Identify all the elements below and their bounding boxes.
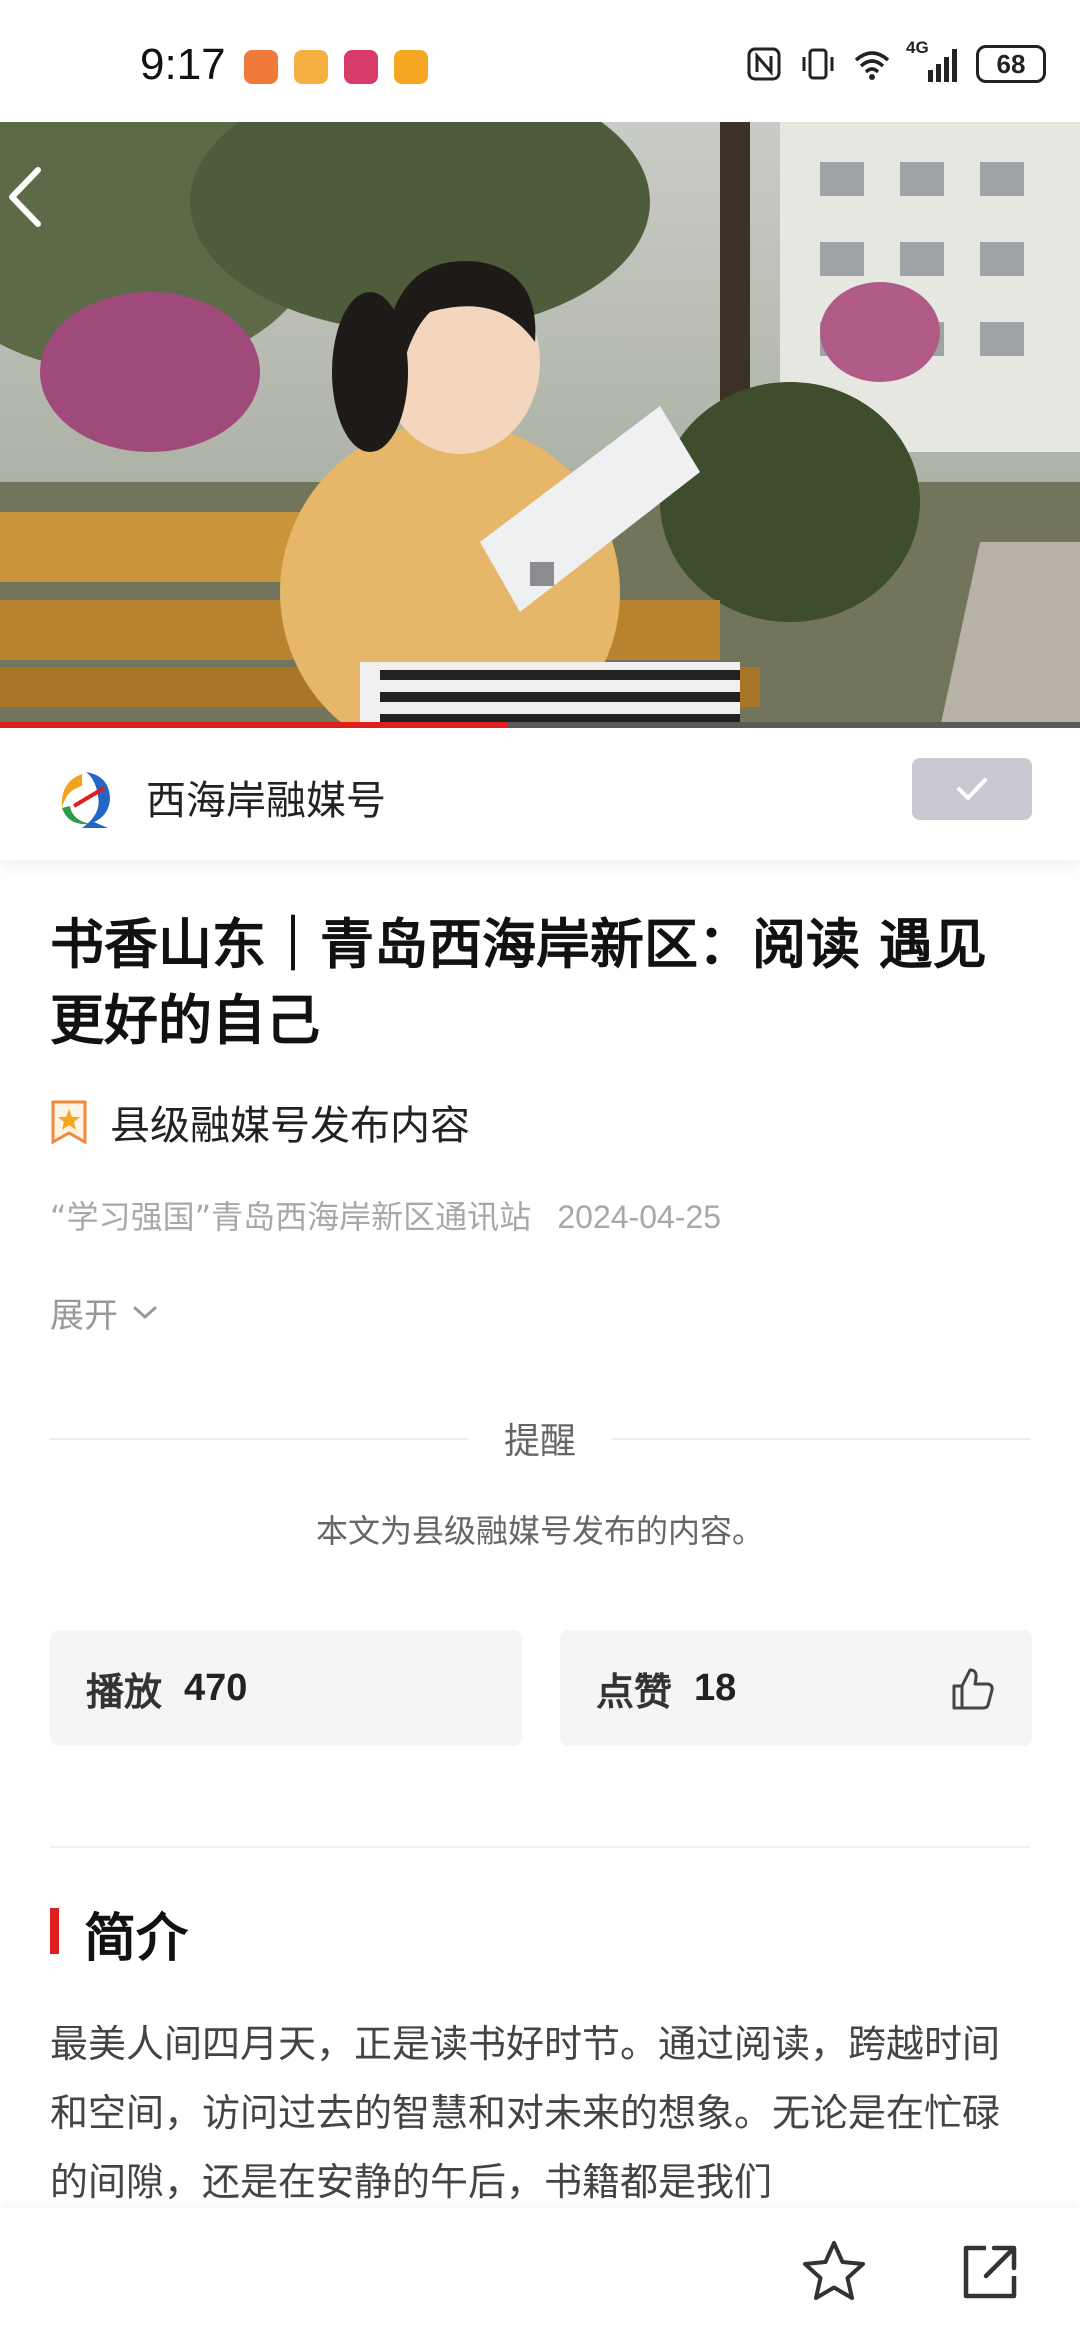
thumbs-up-icon: [952, 1668, 994, 1710]
cellular-signal-icon: 4G: [906, 38, 962, 84]
publisher-badge-text: 县级融媒号发布内容: [110, 1103, 470, 1149]
star-icon[interactable]: [800, 2238, 868, 2306]
app-notification-icon: [294, 50, 328, 84]
publisher-badge: 县级融媒号发布内容: [50, 1092, 470, 1152]
likes-value: 18: [694, 1666, 737, 1709]
vibrate-icon: [802, 48, 834, 80]
plays-stat: 播放 470: [50, 1630, 522, 1746]
channel-bar: 西海岸融媒号: [0, 728, 1080, 860]
app-notification-icon: [394, 50, 428, 84]
follow-button[interactable]: [912, 758, 1032, 820]
check-icon: [957, 778, 987, 800]
section-divider: [50, 1846, 1030, 1848]
channel-name[interactable]: 西海岸融媒号: [146, 768, 386, 826]
wifi-icon: [854, 51, 890, 80]
battery-indicator: 68: [976, 45, 1046, 83]
bottom-action-bar: [0, 2208, 1080, 2340]
video-frame-image: [0, 122, 1080, 728]
plays-label: 播放: [86, 1669, 163, 1714]
status-bar: 9:17 4G 68: [0, 0, 1080, 122]
bookmark-star-icon: [51, 1100, 87, 1145]
app-notification-icon: [344, 50, 378, 84]
channel-logo-icon[interactable]: [52, 766, 118, 832]
expand-button[interactable]: 展开: [50, 1288, 158, 1337]
app-notification-icon: [244, 50, 278, 84]
article-meta: “学习强国”青岛西海岸新区通讯站 2024-04-25: [50, 1192, 721, 1238]
like-button[interactable]: 点赞 18: [560, 1630, 1032, 1746]
article-date: 2024-04-25: [557, 1199, 722, 1235]
back-chevron-icon[interactable]: [0, 162, 50, 232]
reminder-title: 提醒: [503, 1421, 576, 1462]
intro-heading: 简介: [84, 1908, 189, 1969]
article-title: 书香山东｜青岛西海岸新区：阅读 遇见更好的自己: [50, 912, 987, 1052]
intro-text: 最美人间四月天，正是读书好时节。通过阅读，跨越时间和空间，访问过去的智慧和对未来…: [50, 2022, 1001, 2204]
nfc-icon: [747, 47, 781, 81]
video-player[interactable]: [0, 122, 1080, 728]
share-icon[interactable]: [958, 2240, 1022, 2304]
chevron-down-icon: [133, 1306, 157, 1319]
article-source: “学习强国”青岛西海岸新区通讯站: [50, 1198, 532, 1236]
section-accent-bar: [50, 1908, 59, 1954]
reminder-text: 本文为县级融媒号发布的内容。: [315, 1512, 764, 1550]
plays-value: 470: [184, 1666, 248, 1709]
status-time: 9:17: [140, 40, 226, 89]
likes-label: 点赞: [596, 1669, 673, 1714]
expand-label: 展开: [50, 1296, 118, 1336]
